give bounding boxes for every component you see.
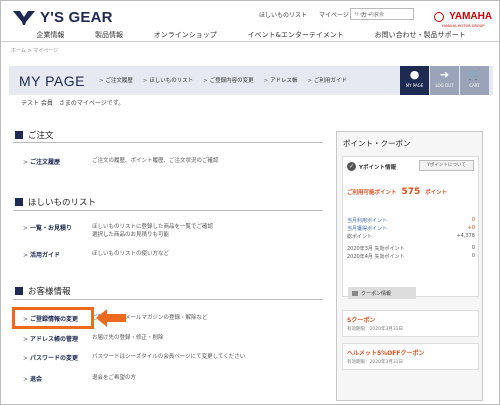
points-line: 2020年4月 失効ポイント 0 xyxy=(347,253,475,261)
yamaha-logo[interactable]: YAMAHA YAMAHA MOTOR GROUP xyxy=(434,6,492,28)
coupon-heading-label: クーポン情報 xyxy=(361,290,392,297)
points-line: 当月獲得ポイント +0 xyxy=(347,225,475,233)
logout-icon: ➜ xyxy=(439,68,450,81)
points-line-value: 0 xyxy=(471,217,475,223)
points-line-label: 総ポイント xyxy=(347,234,373,240)
wishlist-list-link[interactable]: 一覧・お見積り xyxy=(23,223,72,232)
mypage-button-label: MY PAGE xyxy=(405,83,424,88)
mypage-button[interactable]: ● MY PAGE xyxy=(400,66,429,95)
coupon-item[interactable]: ヘルメット5%OFFクーポン 有効期限：2020年3月31日 xyxy=(342,343,479,370)
row-description: ご注文の履歴、ポイント履歴、ご注文状況のご確認 xyxy=(92,158,219,164)
row-description: ほしいものリストに登録した商品を一覧でご確認 選択した商品のお見積りも可能 xyxy=(92,224,214,238)
site-search-input[interactable]: サイト内検索 xyxy=(350,8,414,20)
gnav-item-products[interactable]: 製品情報 xyxy=(95,28,123,41)
y-point-card: ✓ Yポイント情報 Yポイントについて ご利用可能ポイント 575 ポイント 当… xyxy=(342,156,479,297)
section-wishlist-title: ほしいものリスト xyxy=(28,198,97,208)
row-description: 退会をご希望の方 xyxy=(92,375,137,381)
address-book-link[interactable]: アドレス帳の管理 xyxy=(23,334,78,343)
yamaha-emblem-icon xyxy=(434,11,444,22)
section-order-heading: ご注文 xyxy=(15,129,54,141)
subnav-guide[interactable]: ご利用ガイド xyxy=(308,76,347,84)
divider xyxy=(13,299,323,300)
points-lines: 当月利用ポイント 0 当月獲得ポイント +0 総ポイント +4,378 2020年3月… xyxy=(347,217,475,261)
subnav-order-history[interactable]: ご注文履歴 xyxy=(99,76,133,84)
yamaha-logo-text: YAMAHA xyxy=(449,11,493,22)
points-coupon-panel: ポイント・クーポン ✓ Yポイント情報 Yポイントについて ご利用可能ポイント … xyxy=(336,131,483,401)
order-history-link[interactable]: ご注文履歴 xyxy=(23,157,60,166)
logo-text: Y'S GEAR xyxy=(40,9,113,26)
mypage-link[interactable]: マイページ xyxy=(319,10,349,19)
available-points: ご利用可能ポイント 575 ポイント xyxy=(347,187,447,197)
points-line: 2020年3月 失効ポイント 0 xyxy=(347,245,475,253)
gnav-item-events[interactable]: イベント&エンターテイメント xyxy=(247,28,343,41)
subnav-wishlist[interactable]: ほしいものリスト xyxy=(143,76,193,84)
section-customer-title: お客様情報 xyxy=(28,287,71,297)
user-icon: ● xyxy=(409,68,420,81)
row-description: ほしいものリストの使い方など xyxy=(92,251,170,257)
points-line-value: 0 xyxy=(471,245,475,251)
list-section-icon xyxy=(15,198,23,206)
coupon-heading: クーポン情報 xyxy=(348,287,416,299)
subnav-address-book[interactable]: アドレス帳 xyxy=(264,76,298,84)
cart-icon: 🛒 xyxy=(467,68,482,81)
points-line-value: 0 xyxy=(471,253,475,259)
coupon-expiry: 有効期限：2020年3月31日 xyxy=(347,360,404,365)
cart-section-icon xyxy=(15,131,23,139)
available-points-unit: ポイント xyxy=(425,190,448,196)
highlight-box xyxy=(12,307,94,329)
row-description: ご登録内容、メールマガジンの登録・解除など xyxy=(92,315,208,321)
cart-button-label: CART xyxy=(469,83,480,88)
coupon-name: ヘルメット5%OFFクーポン xyxy=(347,350,425,357)
section-wishlist-heading: ほしいものリスト xyxy=(15,196,96,208)
available-points-label: ご利用可能ポイント xyxy=(347,190,397,196)
gnav-item-shop[interactable]: オンラインショップ xyxy=(154,28,217,41)
ysgear-logo[interactable]: Y'S GEAR xyxy=(13,9,113,26)
coupon-name: Sクーポン xyxy=(347,317,376,324)
check-circle-icon: ✓ xyxy=(347,162,356,171)
gnav-item-corporate[interactable]: 企業情報 xyxy=(36,28,64,41)
logo-mark-icon xyxy=(13,10,35,25)
page-frame: Y'S GEAR ほしいものリスト マイページ カート サイト内検索 YAMAH… xyxy=(0,0,500,405)
cart-button[interactable]: 🛒 CART xyxy=(460,66,489,95)
points-line-label: 2020年4月 失効ポイント xyxy=(347,254,405,260)
points-line-value: +4,378 xyxy=(456,233,475,239)
points-line-label: 2020年3月 失効ポイント xyxy=(347,246,405,252)
points-line: 総ポイント +4,378 xyxy=(347,233,475,241)
gnav-item-support[interactable]: お問い合わせ・製品サポート xyxy=(375,28,466,41)
person-section-icon xyxy=(15,287,23,295)
y-point-heading: ✓ Yポイント情報 xyxy=(347,162,396,171)
row-description: お届け先の登録・修正・削除 xyxy=(92,335,164,341)
coupon-expiry: 有効期限：2020年3月31日 xyxy=(347,327,404,332)
points-panel-title: ポイント・クーポン xyxy=(343,139,411,148)
points-line-value: +0 xyxy=(467,225,475,231)
ticket-icon xyxy=(352,290,358,296)
wishlist-link[interactable]: ほしいものリスト xyxy=(259,10,307,19)
section-customer-heading: お客様情報 xyxy=(15,285,71,297)
mypage-header: MY PAGE ご注文履歴 ほしいものリスト ご登録内容の変更 アドレス帳 ご利… xyxy=(9,66,493,95)
logout-button-label: LOG OUT xyxy=(435,83,454,88)
mypage-subnav: ご注文履歴 ほしいものリスト ご登録内容の変更 アドレス帳 ご利用ガイド xyxy=(99,76,347,84)
wishlist-guide-link[interactable]: 活用ガイド xyxy=(23,250,60,259)
available-points-value: 575 xyxy=(401,187,421,197)
coupon-item[interactable]: Sクーポン 有効期限：2020年3月31日 xyxy=(342,310,479,337)
points-line: 当月利用ポイント 0 xyxy=(347,217,475,225)
global-nav: 企業情報 製品情報 オンラインショップ イベント&エンターテイメント お問い合わ… xyxy=(1,28,500,42)
divider xyxy=(13,142,323,143)
row-description: パスワードはシーズタイルの会員ページにて変更してください xyxy=(92,354,246,360)
points-line-label: 当月獲得ポイント xyxy=(347,226,388,232)
welcome-message: テスト 会員 さまのマイページです。 xyxy=(21,100,125,107)
section-order-title: ご注文 xyxy=(28,131,54,141)
y-point-label: Yポイント情報 xyxy=(359,164,396,171)
about-y-point-button[interactable]: Yポイントについて xyxy=(419,160,474,171)
divider xyxy=(13,210,323,211)
page-title: MY PAGE xyxy=(19,73,86,89)
withdraw-link[interactable]: 退会 xyxy=(23,374,42,383)
subnav-registration[interactable]: ご登録内容の変更 xyxy=(203,76,254,84)
breadcrumb: ホーム > マイページ xyxy=(11,48,59,54)
points-line-label: 当月利用ポイント xyxy=(347,218,388,224)
arrow-left-icon xyxy=(96,309,126,327)
logout-button[interactable]: ➜ LOG OUT xyxy=(430,66,459,95)
change-password-link[interactable]: パスワードの変更 xyxy=(23,353,78,362)
